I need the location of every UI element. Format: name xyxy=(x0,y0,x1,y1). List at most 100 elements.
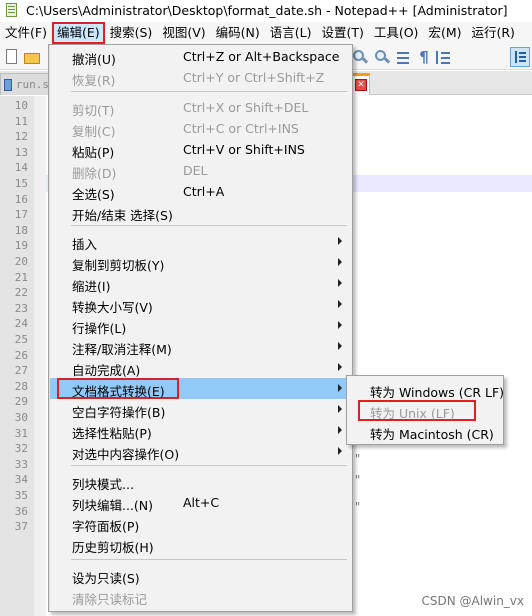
word-wrap-icon[interactable] xyxy=(396,49,412,65)
menu-item-label: 选择性粘贴(P) xyxy=(72,426,152,441)
menu-item-label: 清除只读标记 xyxy=(72,592,148,607)
menu-run[interactable]: 运行(R) xyxy=(466,22,519,44)
line-number: 24 xyxy=(14,317,28,331)
zoom-in-icon[interactable] xyxy=(352,49,369,65)
line-number-gutter: 10 11 12 13 14 15 16 17 18 19 20 21 22 23 24 25 26 27 28 29… xyxy=(0,96,34,616)
menu-item-copy: 复制(C) Ctrl+C or Ctrl+INS xyxy=(50,118,351,139)
menu-item-comment-uncomment[interactable]: 注释/取消注释(M) xyxy=(50,336,351,357)
line-number: 13 xyxy=(14,145,28,159)
menu-view[interactable]: 视图(V) xyxy=(157,22,210,44)
window-title: C:\Users\Administrator\Desktop\format_da… xyxy=(26,2,508,18)
line-number: 17 xyxy=(14,208,28,222)
menu-search[interactable]: 搜索(S) xyxy=(105,22,158,44)
menu-item-label: 插入 xyxy=(72,237,98,252)
submenu-arrow-icon xyxy=(338,384,342,392)
menu-item-auto-completion[interactable]: 自动完成(A) xyxy=(50,357,351,378)
menu-item-shortcut: Alt+C xyxy=(183,495,220,510)
guide-active-icon[interactable] xyxy=(510,47,530,67)
show-all-chars-icon[interactable]: ¶ xyxy=(416,49,432,65)
menu-item-label: 历史剪切板(H) xyxy=(72,540,154,555)
tab-run-sh[interactable]: run.s xyxy=(0,73,50,95)
menu-item-convert-case[interactable]: 转换大小写(V) xyxy=(50,294,351,315)
submenu-arrow-icon xyxy=(338,258,342,266)
menu-item-label: 字符面板(P) xyxy=(72,519,140,534)
menu-item-label: 删除(D) xyxy=(72,166,117,181)
menu-item-column-mode[interactable]: 列块模式... xyxy=(50,471,351,492)
menu-item-paste-special[interactable]: 选择性粘贴(P) xyxy=(50,420,351,441)
menu-item-label: 全选(S) xyxy=(72,187,115,202)
watermark: CSDN @Alwin_vx xyxy=(421,594,524,608)
menu-item-paste[interactable]: 粘贴(P) Ctrl+V or Shift+INS xyxy=(50,139,351,160)
menu-item-column-editor[interactable]: 列块编辑...(N) Alt+C xyxy=(50,492,351,513)
menu-edit[interactable]: 编辑(E) xyxy=(51,22,105,44)
tab-format-date[interactable]: ✕ xyxy=(352,73,370,95)
indent-guide-icon[interactable] xyxy=(436,49,452,65)
menu-item-label: 复制到剪切板(Y) xyxy=(72,258,165,273)
menu-item-label: 缩进(I) xyxy=(72,279,111,294)
menu-item-label: 自动完成(A) xyxy=(72,363,141,378)
menu-item-clipboard-history[interactable]: 历史剪切板(H) xyxy=(50,534,351,555)
line-number: 35 xyxy=(14,489,28,502)
menu-encoding[interactable]: 编码(N) xyxy=(211,22,265,44)
submenu-arrow-icon xyxy=(338,363,342,371)
menu-item-shortcut: DEL xyxy=(183,163,208,178)
menu-settings[interactable]: 设置(T) xyxy=(316,22,368,44)
menu-item-on-selection[interactable]: 对选中内容操作(O) xyxy=(50,441,351,462)
menu-macro[interactable]: 宏(M) xyxy=(423,22,466,44)
menu-item-eol-conversion[interactable]: 文档格式转换(E) xyxy=(50,378,351,399)
notepadpp-icon xyxy=(4,2,20,18)
menu-item-copy-to-clipboard[interactable]: 复制到剪切板(Y) xyxy=(50,252,351,273)
menu-item-blank-operations[interactable]: 空白字符操作(B) xyxy=(50,399,351,420)
menu-file[interactable]: 文件(F) xyxy=(0,22,52,44)
submenu-arrow-icon xyxy=(338,426,342,434)
line-number: 31 xyxy=(14,426,28,440)
menu-item-undo[interactable]: 撤消(U) Ctrl+Z or Alt+Backspace xyxy=(50,46,351,67)
menu-item-label: 注释/取消注释(M) xyxy=(72,342,172,357)
menu-item-line-operations[interactable]: 行操作(L) xyxy=(50,315,351,336)
menu-item-shortcut: Ctrl+V or Shift+INS xyxy=(183,142,305,157)
menu-item-character-panel[interactable]: 字符面板(P) xyxy=(50,513,351,534)
menu-tools[interactable]: 工具(O) xyxy=(369,22,424,44)
line-number: 18 xyxy=(14,223,28,237)
code-fragment: " xyxy=(354,500,362,514)
line-number: 23 xyxy=(14,301,28,315)
menu-item-redo: 恢复(R) Ctrl+Y or Ctrl+Shift+Z xyxy=(50,67,351,88)
open-folder-icon[interactable] xyxy=(24,49,40,65)
new-file-icon[interactable] xyxy=(4,49,20,65)
submenu-item-label: 转为 Unix (LF) xyxy=(370,406,455,421)
menu-item-indent[interactable]: 缩进(I) xyxy=(50,273,351,294)
submenu-item-to-windows-crlf[interactable]: 转为 Windows (CR LF) xyxy=(348,379,504,400)
line-number: 36 xyxy=(14,504,28,518)
menu-item-label: 转换大小写(V) xyxy=(72,300,153,315)
submenu-arrow-icon xyxy=(338,447,342,455)
line-number: 26 xyxy=(14,348,28,362)
line-number: 14 xyxy=(14,161,28,175)
close-tab-icon[interactable]: ✕ xyxy=(355,79,367,91)
menu-item-label: 行操作(L) xyxy=(72,321,127,336)
submenu-item-label: 转为 Macintosh (CR) xyxy=(370,427,494,442)
menu-item-set-read-only[interactable]: 设为只读(S) xyxy=(50,565,351,586)
menu-item-delete: 删除(D) DEL xyxy=(50,160,351,181)
line-number: 12 xyxy=(14,130,28,144)
saved-file-icon xyxy=(4,78,12,91)
menu-separator xyxy=(71,559,347,560)
line-number: 25 xyxy=(14,333,28,346)
menu-item-begin-end-select[interactable]: 开始/结束 选择(S) xyxy=(50,202,351,223)
line-number: 16 xyxy=(14,192,28,206)
menu-item-label: 设为只读(S) xyxy=(72,571,140,586)
menu-item-label: 列块模式... xyxy=(72,477,134,492)
menu-item-label: 复制(C) xyxy=(72,124,116,139)
menu-item-select-all[interactable]: 全选(S) Ctrl+A xyxy=(50,181,351,202)
menu-separator xyxy=(71,465,347,466)
menu-item-shortcut: Ctrl+Y or Ctrl+Shift+Z xyxy=(183,70,325,85)
menu-language[interactable]: 语言(L) xyxy=(265,22,317,44)
submenu-item-to-macintosh-cr[interactable]: 转为 Macintosh (CR) xyxy=(348,421,502,442)
menu-item-insert[interactable]: 插入 xyxy=(50,231,351,252)
line-number: 22 xyxy=(14,286,28,300)
menu-item-label: 空白字符操作(B) xyxy=(72,405,166,420)
line-number: 19 xyxy=(14,239,28,253)
menu-item-shortcut: Ctrl+Z or Alt+Backspace xyxy=(183,49,340,64)
edit-menu-dropdown: 撤消(U) Ctrl+Z or Alt+Backspace 恢复(R) Ctrl+Y … xyxy=(48,44,353,612)
zoom-out-icon[interactable] xyxy=(374,49,391,65)
menu-item-label: 列块编辑...(N) xyxy=(72,498,154,513)
